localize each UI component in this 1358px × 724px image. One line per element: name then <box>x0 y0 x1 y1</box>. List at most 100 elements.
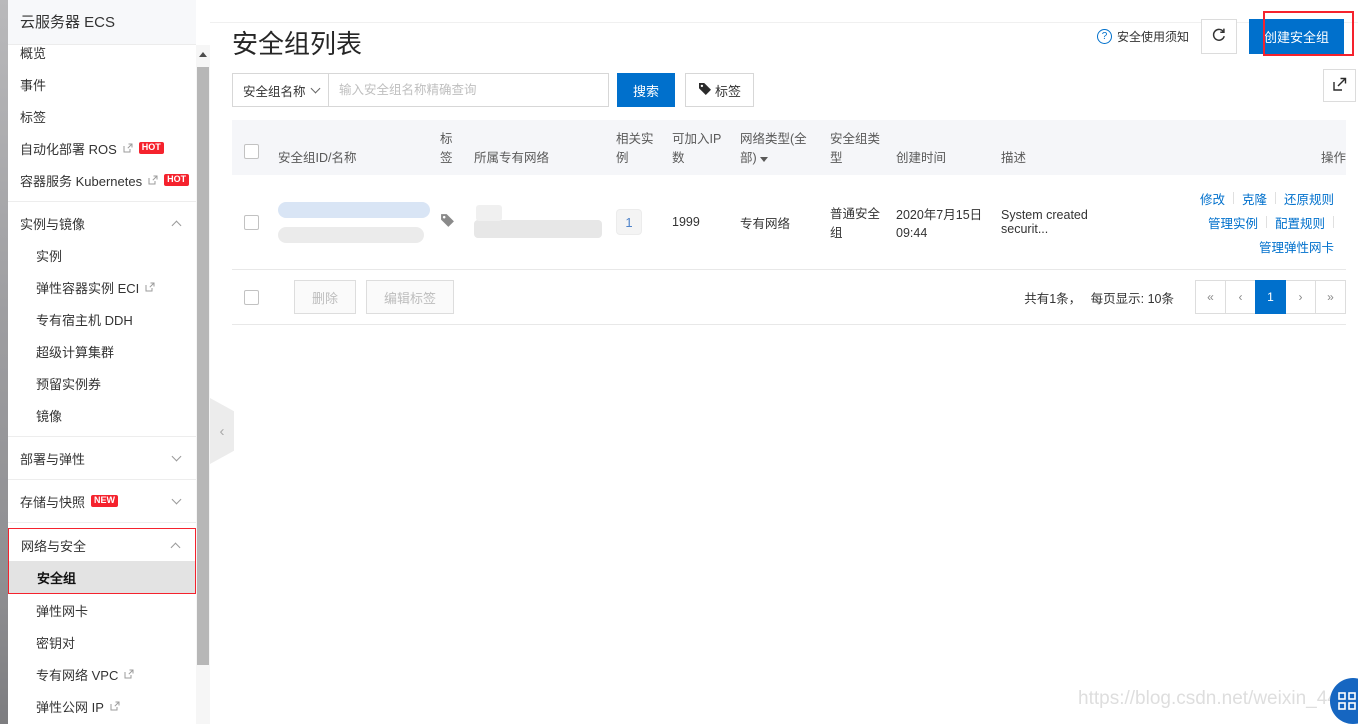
watermark-url: https://blog.csdn.net/weixin_4452942 <box>1078 688 1358 710</box>
sidebar-group-label: 实例与镜像 <box>20 214 85 233</box>
action-configure-rules[interactable]: 配置规则 <box>1275 213 1325 232</box>
select-all-checkbox[interactable] <box>244 144 259 159</box>
description-cell: System created securit... <box>1001 208 1141 236</box>
sidebar-item-label: 镜像 <box>36 406 62 425</box>
sidebar-item-ddh[interactable]: 专有宿主机 DDH <box>8 303 196 335</box>
sg-id-name-cell[interactable] <box>278 202 440 243</box>
main-content: 安全组列表 ? 安全使用须知 创建安全组 安全组名称 搜索 标签 <box>210 0 1358 724</box>
refresh-icon <box>1211 27 1227 46</box>
sidebar-item-enis[interactable]: 弹性网卡 <box>8 594 196 626</box>
redacted-vpc-id <box>474 220 602 238</box>
external-link-icon <box>110 701 120 711</box>
chevron-down-icon <box>172 494 182 504</box>
security-group-table: 安全组ID/名称 标签 所属专有网络 相关实例 可加入IP数 网络类型(全部) … <box>232 120 1346 325</box>
sidebar-group-network-security[interactable]: 网络与安全 <box>9 529 195 561</box>
search-input[interactable] <box>329 73 609 107</box>
export-button[interactable] <box>1323 69 1356 102</box>
vpc-cell <box>474 206 616 238</box>
sidebar-item-label: 专有宿主机 DDH <box>36 310 133 329</box>
actions-cell: 修改 克隆 还原规则 管理实例 配置规则 管理弹性网卡 <box>1141 189 1346 256</box>
chevron-down-icon <box>172 451 182 461</box>
edit-tags-button[interactable]: 编辑标签 <box>366 280 454 314</box>
scrollbar-thumb[interactable] <box>197 67 209 665</box>
footer-select-cell <box>232 290 278 305</box>
page-1-button[interactable]: 1 <box>1255 280 1286 314</box>
divider <box>8 479 196 480</box>
created-time-cell: 2020年7月15日 09:44 <box>896 204 1001 240</box>
external-link-icon <box>148 175 158 185</box>
sidebar-group-deploy-elasticity[interactable]: 部署与弹性 <box>8 442 196 474</box>
related-instances-count[interactable]: 1 <box>616 209 642 235</box>
search-field-select[interactable]: 安全组名称 <box>232 73 329 107</box>
sidebar-scrollbar[interactable] <box>196 45 210 724</box>
sidebar-item-vpc[interactable]: 专有网络 VPC <box>8 658 196 690</box>
external-link-icon <box>124 669 134 679</box>
sidebar-item-eip[interactable]: 弹性公网 IP <box>8 690 196 722</box>
network-type-cell: 专有网络 <box>740 213 830 232</box>
column-header-instances: 相关实例 <box>616 128 672 175</box>
header-controls: ? 安全使用须知 创建安全组 <box>1097 19 1344 54</box>
divider <box>1266 216 1267 228</box>
redacted-sg-name <box>278 227 424 243</box>
page-next-button[interactable]: › <box>1285 280 1316 314</box>
sidebar-item-tags[interactable]: 标签 <box>8 100 196 132</box>
sidebar-item-key-pairs[interactable]: 密钥对 <box>8 626 196 658</box>
page-first-button[interactable]: « <box>1195 280 1226 314</box>
sidebar-group-storage-snapshot[interactable]: 存储与快照 NEW <box>8 485 196 517</box>
sidebar-item-label: 弹性网卡 <box>36 601 88 620</box>
redacted-sg-id <box>278 202 430 218</box>
hot-badge: HOT <box>164 174 189 187</box>
sidebar-item-label: 密钥对 <box>36 633 75 652</box>
divider <box>1233 192 1234 204</box>
action-manage-instances[interactable]: 管理实例 <box>1208 213 1258 232</box>
select-all-cell <box>232 144 278 175</box>
related-instances-cell: 1 <box>616 209 672 235</box>
ip-count-cell: 1999 <box>672 215 740 229</box>
tag-icon <box>698 82 712 99</box>
sidebar-item-images[interactable]: 镜像 <box>8 399 196 431</box>
create-security-group-button[interactable]: 创建安全组 <box>1249 19 1344 54</box>
search-button[interactable]: 搜索 <box>617 73 675 107</box>
column-header-vpc: 所属专有网络 <box>474 147 616 175</box>
tag-filter-button[interactable]: 标签 <box>685 73 754 107</box>
security-notice-label: 安全使用须知 <box>1117 28 1189 45</box>
pager: « ‹ 1 › » <box>1196 280 1346 314</box>
sidebar-item-instances[interactable]: 实例 <box>8 239 196 271</box>
action-restore-rules[interactable]: 还原规则 <box>1284 189 1334 208</box>
column-header-network-filter[interactable]: 网络类型(全部) <box>740 128 830 175</box>
annotation-box-network-security: 网络与安全 安全组 <box>8 528 196 594</box>
security-notice-link[interactable]: ? 安全使用须知 <box>1097 28 1189 45</box>
sidebar-item-events[interactable]: 事件 <box>8 68 196 100</box>
sg-type-cell: 普通安全组 <box>830 203 896 241</box>
sidebar-item-kubernetes[interactable]: 容器服务 Kubernetes HOT <box>8 164 196 196</box>
row-tag-cell[interactable] <box>440 213 474 231</box>
action-modify[interactable]: 修改 <box>1200 189 1225 208</box>
scroll-up-arrow-icon[interactable] <box>199 52 207 57</box>
sidebar-item-scc[interactable]: 超级计算集群 <box>8 335 196 367</box>
divider <box>8 522 196 523</box>
sidebar-item-reserved-instances[interactable]: 预留实例券 <box>8 367 196 399</box>
divider <box>8 436 196 437</box>
sidebar-item-eci[interactable]: 弹性容器实例 ECI <box>8 271 196 303</box>
page-prev-button[interactable]: ‹ <box>1225 280 1256 314</box>
action-manage-enis[interactable]: 管理弹性网卡 <box>1259 237 1334 256</box>
total-count: 共有1条， <box>1024 292 1081 306</box>
refresh-button[interactable] <box>1201 19 1237 54</box>
sidebar-item-security-groups[interactable]: 安全组 <box>9 561 195 593</box>
footer-checkbox[interactable] <box>244 290 259 305</box>
tag-icon <box>440 217 455 231</box>
sidebar-group-instances-images[interactable]: 实例与镜像 <box>8 207 196 239</box>
action-clone[interactable]: 克隆 <box>1242 189 1267 208</box>
external-link-icon <box>123 143 133 153</box>
row-checkbox[interactable] <box>244 215 259 230</box>
sidebar-item-label: 弹性容器实例 ECI <box>36 278 139 297</box>
sidebar-group-label: 存储与快照 <box>20 492 85 511</box>
sidebar-item-overview[interactable]: 概览 <box>8 46 196 68</box>
redacted-vpc-fragment <box>476 205 502 221</box>
delete-button[interactable]: 删除 <box>294 280 356 314</box>
pagination-area: 共有1条， 每页显示: 10条 « ‹ 1 › » <box>1024 280 1346 314</box>
question-circle-icon: ? <box>1097 29 1112 44</box>
sidebar-nav: 概览 事件 标签 自动化部署 ROS HOT 容器服务 Kubernetes H… <box>8 46 196 724</box>
sidebar-item-ros[interactable]: 自动化部署 ROS HOT <box>8 132 196 164</box>
page-last-button[interactable]: » <box>1315 280 1346 314</box>
